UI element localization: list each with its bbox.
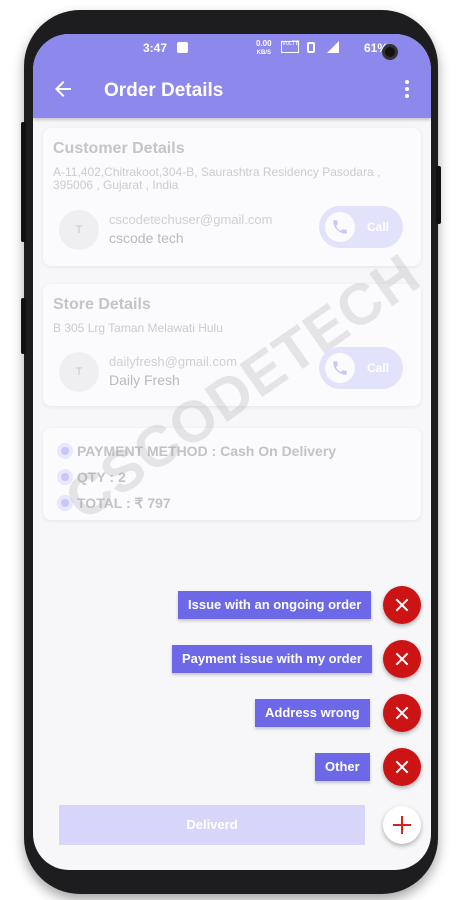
power-button xyxy=(436,166,441,224)
network-speed: 0.00 KB/S xyxy=(256,40,272,57)
close-icon[interactable] xyxy=(383,748,421,786)
customer-email: cscodetechuser@gmail.com xyxy=(109,212,273,227)
app-screen: 3:47 0.00 KB/S VoLTE 61% Order Details Cu… xyxy=(33,34,431,870)
option-ongoing-order[interactable]: Issue with an ongoing order xyxy=(178,591,372,619)
phone-icon xyxy=(325,212,355,242)
status-bar: 3:47 0.00 KB/S VoLTE 61% xyxy=(33,34,431,64)
option-address-wrong[interactable]: Address wrong xyxy=(255,699,370,727)
store-card: Store Details B 305 Lrg Taman Melawati H… xyxy=(43,284,421,406)
radio-dot-icon xyxy=(57,469,73,485)
qty-text: QTY : 2 xyxy=(77,469,126,485)
front-camera xyxy=(382,44,398,60)
image-notification-icon xyxy=(177,42,188,53)
more-vert-icon[interactable] xyxy=(405,80,411,100)
network-speed-value: 0.00 xyxy=(256,39,272,48)
volume-button xyxy=(21,122,26,242)
customer-card: Customer Details A-11,402,Chitrakoot,304… xyxy=(43,128,421,266)
store-avatar: T xyxy=(59,352,99,392)
customer-call-button[interactable]: Call xyxy=(319,206,403,248)
call-label: Call xyxy=(367,361,390,375)
customer-avatar: T xyxy=(59,210,99,250)
signal-icon xyxy=(327,41,339,53)
radio-dot-icon xyxy=(57,495,73,511)
bixby-button xyxy=(21,298,26,354)
store-email: dailyfresh@gmail.com xyxy=(109,354,238,369)
store-address: B 305 Lrg Taman Melawati Hulu xyxy=(53,321,223,335)
customer-name: cscode tech xyxy=(109,230,184,246)
vibrate-icon xyxy=(307,42,315,53)
option-payment-issue[interactable]: Payment issue with my order xyxy=(172,645,372,673)
close-icon[interactable] xyxy=(383,640,421,678)
status-time: 3:47 xyxy=(143,41,168,55)
store-call-button[interactable]: Call xyxy=(319,347,403,389)
phone-icon xyxy=(325,353,355,383)
app-bar: Order Details xyxy=(33,64,431,118)
close-icon[interactable] xyxy=(383,586,421,624)
payment-method-text: PAYMENT METHOD : Cash On Delivery xyxy=(77,443,337,459)
option-other[interactable]: Other xyxy=(315,753,370,781)
page-title: Order Details xyxy=(104,80,224,101)
delivered-button[interactable]: Deliverd xyxy=(59,805,365,845)
network-speed-unit: KB/S xyxy=(256,50,271,56)
call-label: Call xyxy=(367,220,390,234)
total-text: TOTAL : ₹ 797 xyxy=(77,495,171,511)
plus-icon[interactable] xyxy=(383,806,421,844)
radio-dot-icon xyxy=(57,443,73,459)
customer-heading: Customer Details xyxy=(53,140,185,157)
customer-address: A-11,402,Chitrakoot,304-B, Saurashtra Re… xyxy=(53,165,381,192)
store-name: Daily Fresh xyxy=(109,372,180,388)
order-info-card: PAYMENT METHOD : Cash On Delivery QTY : … xyxy=(43,428,421,520)
volte-icon: VoLTE xyxy=(281,41,300,53)
close-icon[interactable] xyxy=(383,694,421,732)
store-heading: Store Details xyxy=(53,296,151,313)
arrow-left-icon[interactable] xyxy=(51,77,75,101)
